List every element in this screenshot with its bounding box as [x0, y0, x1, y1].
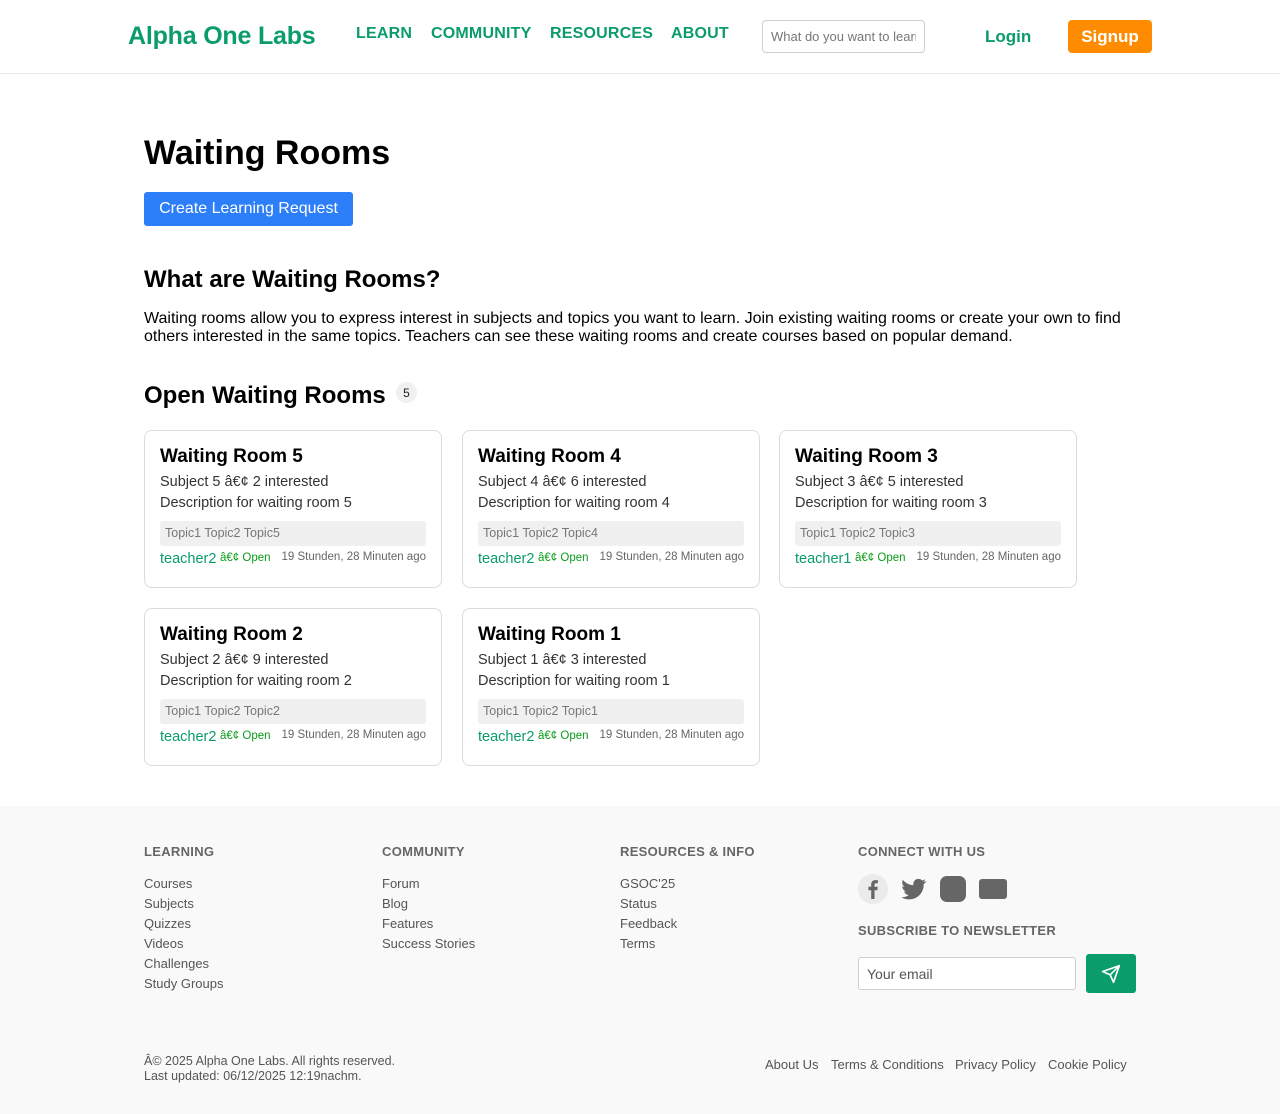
room-status: â€¢ Open [538, 730, 589, 742]
footer-resources-heading: RESOURCES & INFO [620, 844, 755, 859]
footer-learning-heading: LEARNING [144, 844, 215, 859]
footer-link-gsoc[interactable]: GSOC'25 [620, 876, 675, 891]
instagram-icon[interactable] [938, 874, 968, 904]
nav-resources[interactable]: RESOURCES [550, 25, 653, 43]
room-topics: Topic1 Topic2 Topic4 [478, 521, 744, 546]
footer-link-features[interactable]: Features [382, 916, 433, 931]
footer-link-blog[interactable]: Blog [382, 896, 408, 911]
nav-about[interactable]: ABOUT [671, 25, 729, 43]
footer-link-status[interactable]: Status [620, 896, 657, 911]
nav-community[interactable]: COMMUNITY [431, 25, 531, 43]
room-teacher[interactable]: teacher2 [478, 729, 534, 745]
footer-privacy-policy-link[interactable]: Privacy Policy [955, 1057, 1036, 1072]
footer-connect-heading: CONNECT WITH US [858, 844, 986, 859]
copyright-text: Â© 2025 Alpha One Labs. All rights reser… [144, 1054, 396, 1068]
intro-text: Waiting rooms allow you to express inter… [144, 310, 1121, 345]
room-topics: Topic1 Topic2 Topic3 [795, 521, 1061, 546]
send-icon [1101, 964, 1121, 983]
room-description: Description for waiting room 1 [478, 673, 670, 689]
room-title[interactable]: Waiting Room 1 [478, 624, 621, 646]
signup-button[interactable]: Signup [1068, 20, 1152, 53]
footer-link-quizzes[interactable]: Quizzes [144, 916, 191, 931]
footer-link-subjects[interactable]: Subjects [144, 896, 194, 911]
room-description: Description for waiting room 2 [160, 673, 352, 689]
footer-link-challenges[interactable]: Challenges [144, 956, 209, 971]
twitter-icon[interactable] [898, 874, 928, 904]
room-subject: Subject 1 â€¢ 3 interested [478, 652, 647, 668]
footer-about-us-link[interactable]: About Us [765, 1057, 818, 1072]
nav-learn[interactable]: LEARN [356, 25, 412, 43]
footer-link-terms[interactable]: Terms [620, 936, 655, 951]
room-topics: Topic1 Topic2 Topic1 [478, 699, 744, 724]
room-time: 19 Stunden, 28 Minuten ago [599, 729, 744, 741]
footer-link-videos[interactable]: Videos [144, 936, 184, 951]
room-description: Description for waiting room 4 [478, 495, 670, 511]
newsletter-email-input[interactable] [858, 957, 1076, 990]
room-time: 19 Stunden, 28 Minuten ago [281, 551, 426, 563]
open-rooms-count-badge: 5 [396, 382, 417, 403]
room-status: â€¢ Open [855, 552, 906, 564]
room-subject: Subject 5 â€¢ 2 interested [160, 474, 329, 490]
room-subject: Subject 4 â€¢ 6 interested [478, 474, 647, 490]
room-title[interactable]: Waiting Room 5 [160, 446, 303, 468]
footer-link-feedback[interactable]: Feedback [620, 916, 677, 931]
waiting-room-card[interactable]: Waiting Room 5 Subject 5 â€¢ 2 intereste… [144, 430, 442, 588]
room-title[interactable]: Waiting Room 3 [795, 446, 938, 468]
waiting-room-card[interactable]: Waiting Room 3 Subject 3 â€¢ 5 intereste… [779, 430, 1077, 588]
room-description: Description for waiting room 3 [795, 495, 987, 511]
create-learning-request-button[interactable]: Create Learning Request [144, 192, 353, 226]
room-teacher[interactable]: teacher2 [160, 551, 216, 567]
room-time: 19 Stunden, 28 Minuten ago [599, 551, 744, 563]
room-teacher[interactable]: teacher1 [795, 551, 851, 567]
room-description: Description for waiting room 5 [160, 495, 352, 511]
room-subject: Subject 3 â€¢ 5 interested [795, 474, 964, 490]
room-topics: Topic1 Topic2 Topic2 [160, 699, 426, 724]
room-teacher[interactable]: teacher2 [478, 551, 534, 567]
room-status: â€¢ Open [220, 552, 271, 564]
room-time: 19 Stunden, 28 Minuten ago [281, 729, 426, 741]
room-status: â€¢ Open [538, 552, 589, 564]
room-title[interactable]: Waiting Room 2 [160, 624, 303, 646]
room-title[interactable]: Waiting Room 4 [478, 446, 621, 468]
site-header: Alpha One Labs LEARN COMMUNITY RESOURCES… [0, 0, 1280, 74]
footer-cookie-policy-link[interactable]: Cookie Policy [1048, 1057, 1127, 1072]
footer-terms-conditions-link[interactable]: Terms & Conditions [831, 1057, 944, 1072]
page-title: Waiting Rooms [144, 134, 391, 172]
waiting-room-card[interactable]: Waiting Room 2 Subject 2 â€¢ 9 intereste… [144, 608, 442, 766]
room-time: 19 Stunden, 28 Minuten ago [916, 551, 1061, 563]
waiting-room-card[interactable]: Waiting Room 4 Subject 4 â€¢ 6 intereste… [462, 430, 760, 588]
room-topics: Topic1 Topic2 Topic5 [160, 521, 426, 546]
open-waiting-rooms-heading: Open Waiting Rooms [144, 382, 386, 409]
login-link[interactable]: Login [985, 27, 1031, 47]
copyright-block: Â© 2025 Alpha One Labs. All rights reser… [144, 1054, 395, 1084]
room-status: â€¢ Open [220, 730, 271, 742]
newsletter-subscribe-button[interactable] [1086, 954, 1136, 993]
facebook-icon[interactable] [858, 874, 888, 904]
waiting-room-card[interactable]: Waiting Room 1 Subject 1 â€¢ 3 intereste… [462, 608, 760, 766]
footer-link-courses[interactable]: Courses [144, 876, 192, 891]
room-subject: Subject 2 â€¢ 9 interested [160, 652, 329, 668]
email-icon[interactable] [978, 874, 1008, 904]
search-input[interactable] [762, 20, 925, 53]
room-teacher[interactable]: teacher2 [160, 729, 216, 745]
footer-community-heading: COMMUNITY [382, 844, 465, 859]
last-updated-text: Last updated: 06/12/2025 12:19nachm. [144, 1069, 362, 1083]
footer-link-success-stories[interactable]: Success Stories [382, 936, 475, 951]
site-footer: LEARNING Courses Subjects Quizzes Videos… [0, 806, 1280, 1114]
what-are-waiting-rooms-heading: What are Waiting Rooms? [144, 266, 441, 293]
footer-link-study-groups[interactable]: Study Groups [144, 976, 224, 991]
site-logo[interactable]: Alpha One Labs [128, 22, 316, 51]
newsletter-heading: SUBSCRIBE TO NEWSLETTER [858, 923, 1057, 938]
footer-link-forum[interactable]: Forum [382, 876, 420, 891]
